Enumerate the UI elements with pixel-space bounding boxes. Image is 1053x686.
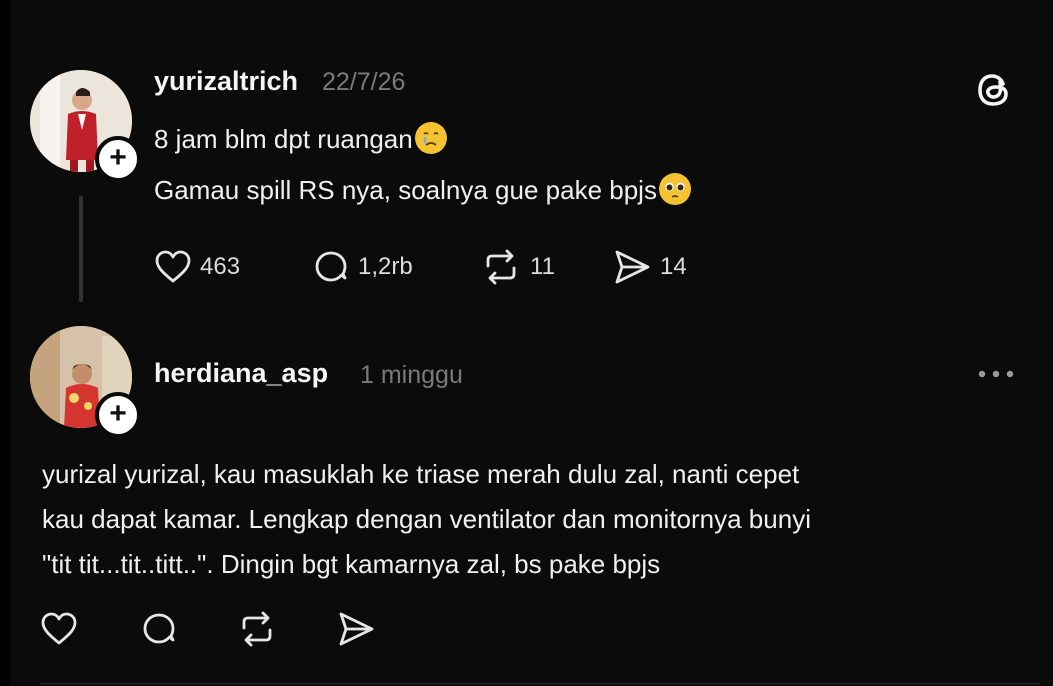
reply-body: yurizal yurizal, kau masuklah ke triase … [42, 452, 1032, 587]
crying-face-emoji-icon [414, 122, 447, 154]
comment-icon [315, 251, 347, 282]
reply-text-line-1: yurizal yurizal, kau masuklah ke triase … [42, 459, 800, 489]
reply-text-line-2: kau dapat kamar. Lengkap dengan ventilat… [42, 504, 811, 534]
plus-icon: + [109, 396, 127, 430]
repost-icon [242, 611, 272, 647]
follow-button[interactable]: + [95, 136, 141, 182]
reply-button[interactable]: 1,2rb [312, 248, 413, 286]
post-text-line: 8 jam blm dpt ruangan [154, 122, 447, 155]
heart-icon [155, 250, 191, 283]
send-icon [615, 250, 650, 284]
send-icon [339, 612, 374, 646]
plus-icon: + [109, 140, 127, 174]
follow-button[interactable]: + [95, 392, 141, 438]
thread-connector-line [79, 196, 83, 302]
post-text-line: Gamau spill RS nya, soalnya gue pake bpj… [154, 173, 691, 206]
post-timestamp: 22/7/26 [322, 68, 406, 96]
post-text-line-1: 8 jam blm dpt ruangan [154, 124, 413, 154]
reply-timestamp: 1 minggu [360, 361, 463, 389]
comment-icon [143, 613, 175, 644]
heart-icon [41, 612, 77, 645]
post-text-line-2: Gamau spill RS nya, soalnya gue pake bpj… [154, 175, 657, 205]
threads-logo-icon[interactable] [975, 70, 1015, 110]
reply-count: 1,2rb [358, 253, 413, 280]
divider [40, 683, 1040, 684]
repost-icon [486, 249, 516, 285]
share-count: 14 [660, 253, 687, 280]
reply-username[interactable]: herdiana_asp [154, 358, 328, 389]
repost-count: 11 [530, 253, 555, 280]
like-count: 463 [200, 253, 241, 280]
left-edge [0, 0, 10, 686]
reply-text-line-3: "tit tit...tit..titt..". Dingin bgt kama… [42, 549, 661, 579]
like-button[interactable] [40, 610, 78, 648]
like-button[interactable]: 463 [154, 248, 240, 286]
share-button[interactable]: 14 [612, 248, 687, 286]
repost-button[interactable]: 11 [480, 248, 555, 286]
reply-button[interactable] [140, 610, 178, 648]
more-icon [978, 370, 1014, 378]
repost-button[interactable] [236, 610, 278, 648]
share-button[interactable] [336, 610, 376, 648]
pleading-face-emoji-icon [658, 173, 691, 205]
post-username[interactable]: yurizaltrich [154, 66, 298, 97]
more-options-button[interactable] [974, 366, 1018, 382]
